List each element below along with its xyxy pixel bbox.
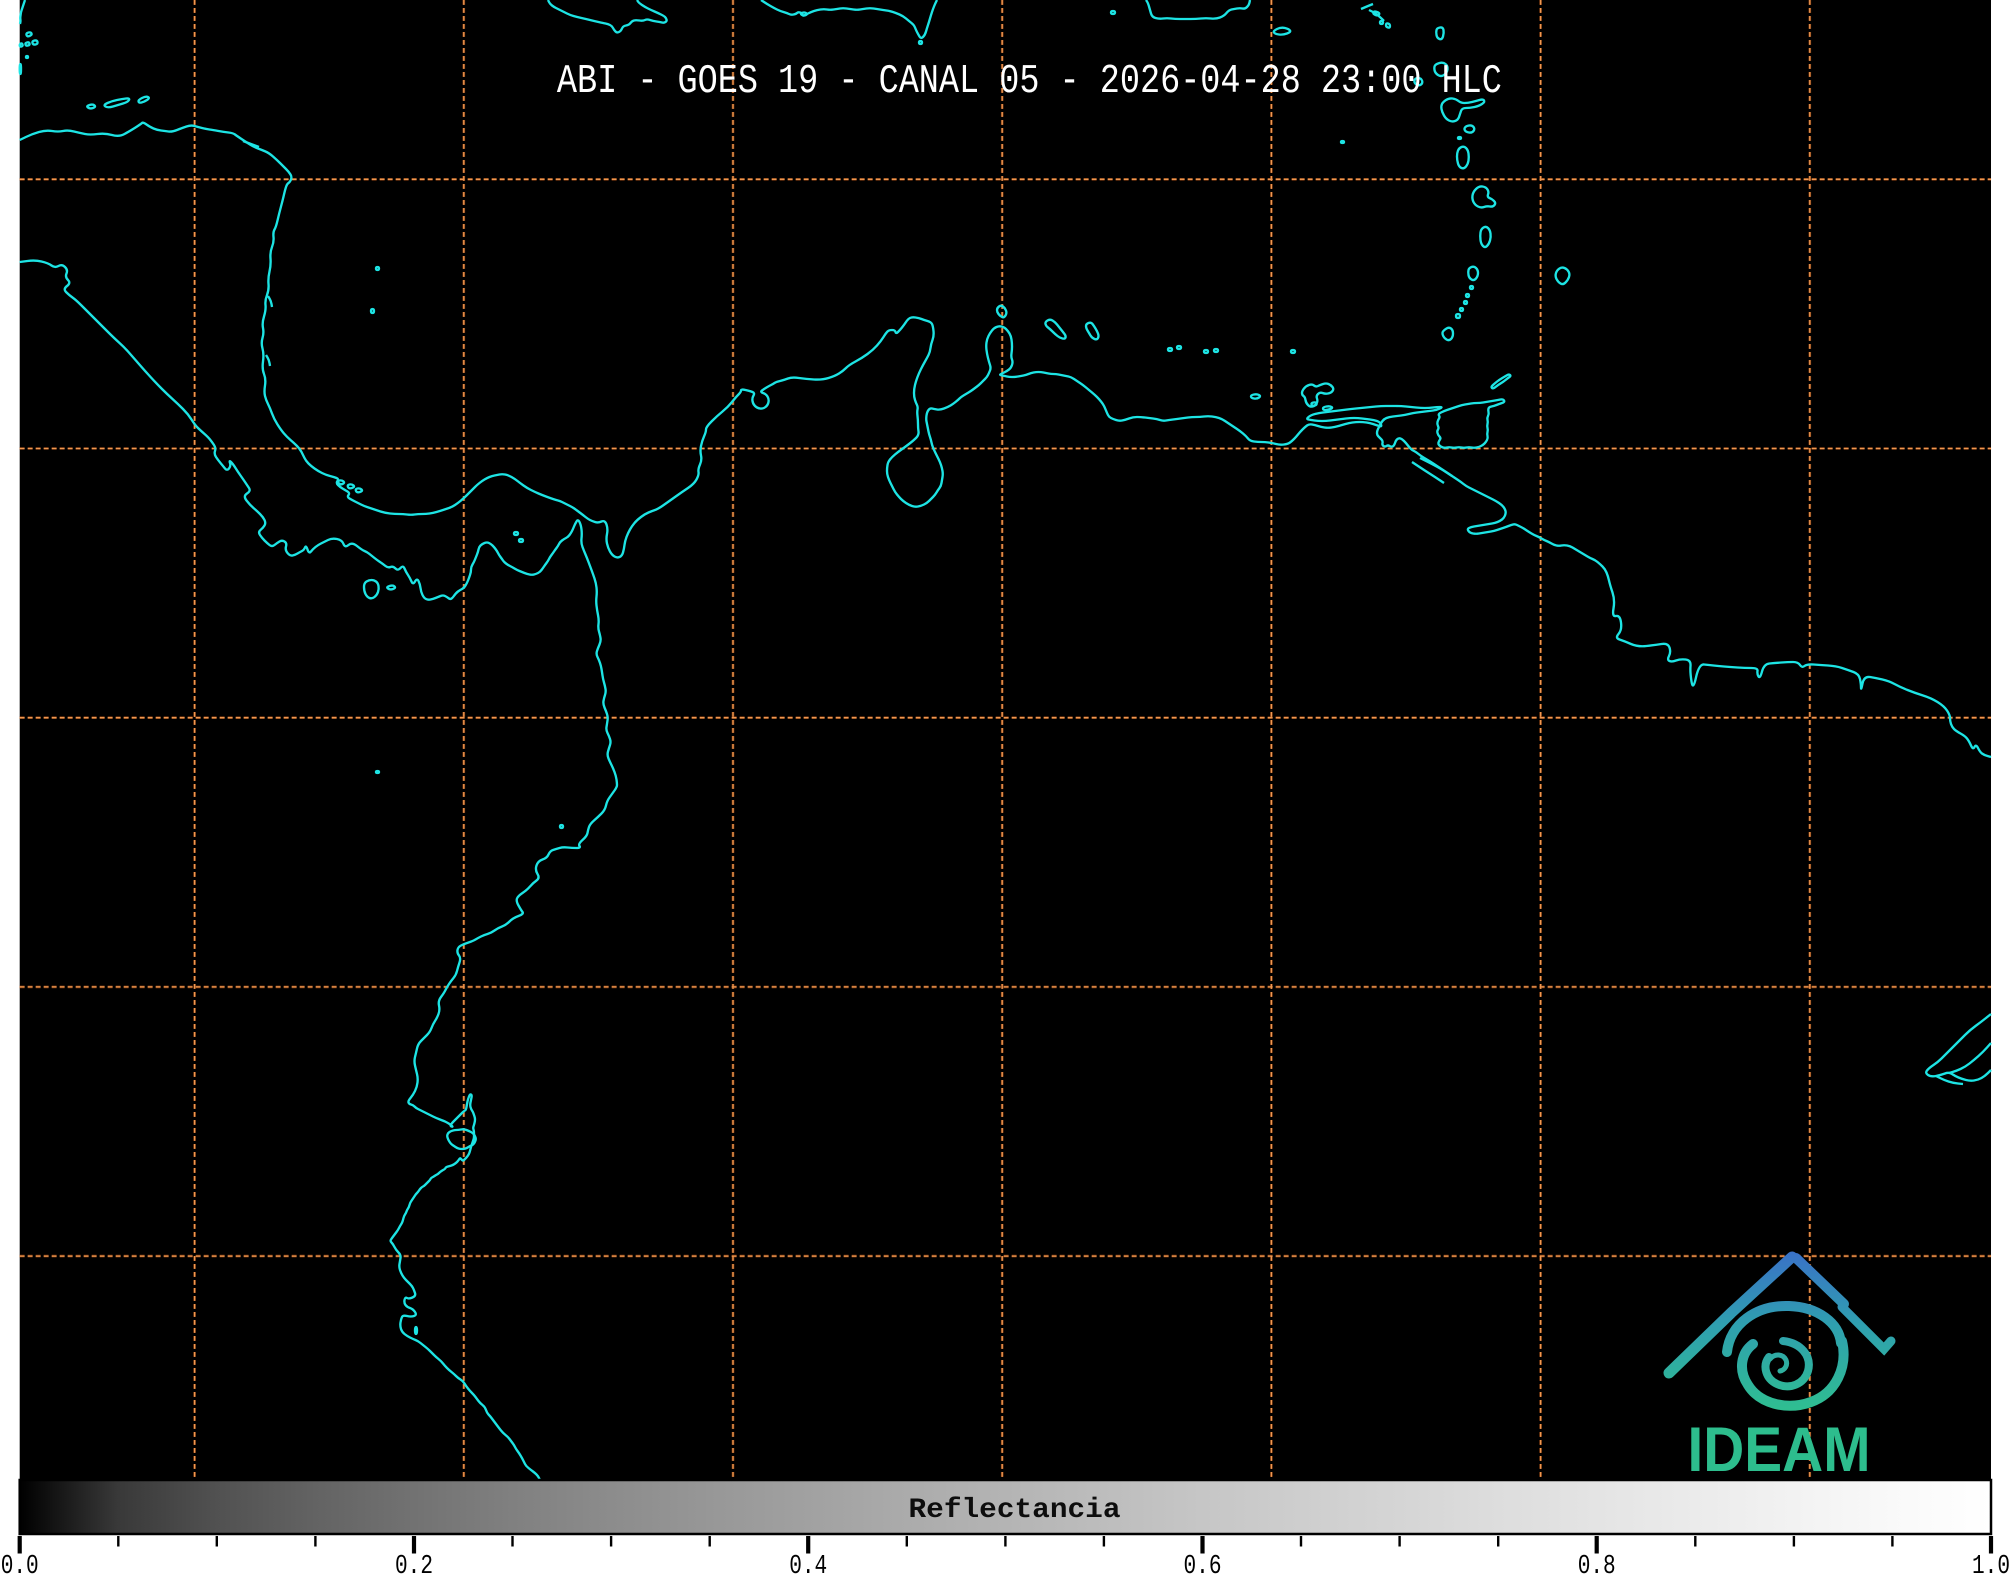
- svg-text:0.8: 0.8: [1578, 1552, 1616, 1577]
- svg-text:0.4: 0.4: [789, 1552, 827, 1577]
- svg-text:ABI - GOES 19 - CANAL 05 - 202: ABI - GOES 19 - CANAL 05 - 2026-04-28 23…: [557, 59, 1502, 105]
- svg-text:0.2: 0.2: [395, 1552, 433, 1577]
- svg-text:0.0: 0.0: [1, 1552, 39, 1577]
- svg-text:1.0: 1.0: [1972, 1552, 2010, 1577]
- svg-text:0.6: 0.6: [1184, 1552, 1222, 1577]
- svg-text:Reflectancia: Reflectancia: [909, 1495, 1121, 1526]
- svg-text:IDEAM: IDEAM: [1688, 1415, 1871, 1485]
